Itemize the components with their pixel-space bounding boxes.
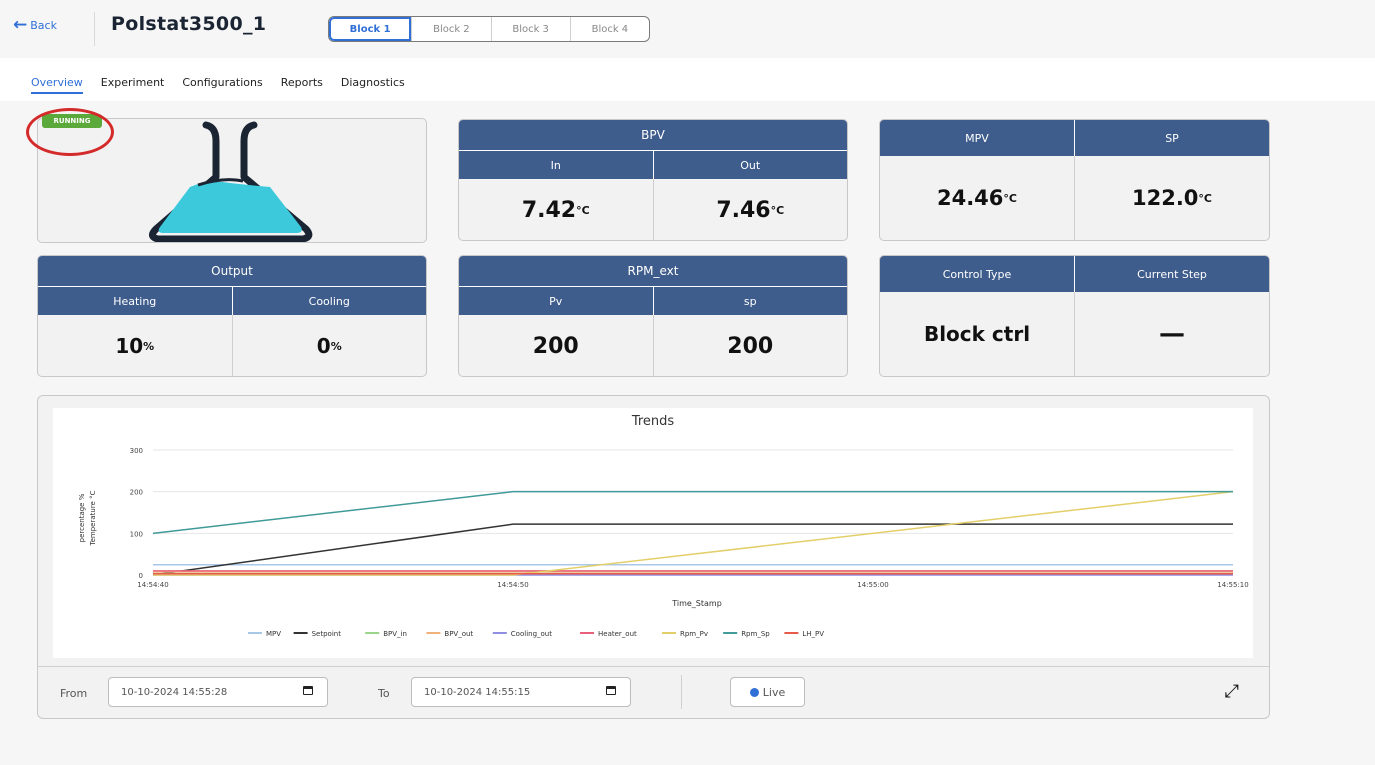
rpm-title: RPM_ext [459, 256, 847, 286]
bpv-out-label: Out [652, 151, 847, 179]
mpv-value: 24.46 °C [936, 186, 1017, 210]
rpm-card: RPM_ext Pv sp 200 200 [458, 255, 848, 377]
legend-label: LH_PV [802, 630, 824, 638]
mpv-label: MPV [880, 120, 1074, 156]
calendar-icon[interactable] [606, 686, 616, 695]
from-date-value: 10-10-2024 14:55:28 [121, 686, 228, 698]
live-label: Live [762, 685, 786, 699]
calendar-icon[interactable] [303, 686, 313, 695]
mpv-sp-card: MPV SP 24.46 °C 122.0 °C [879, 119, 1270, 241]
rpm-pv-label: Pv [459, 287, 653, 315]
x-tick-label: 14:55:10 [1217, 581, 1248, 589]
legend-label: Cooling_out [511, 630, 552, 638]
legend-label: MPV [266, 630, 281, 638]
x-tick-label: 14:54:40 [137, 581, 168, 589]
y-tick-label: 100 [130, 530, 143, 538]
divider [94, 12, 95, 46]
current-step-label: Current Step [1074, 256, 1269, 292]
top-bar: ← Back Polstat3500_1 Block 1 Block 2 Blo… [0, 0, 1375, 58]
sp-label: SP [1074, 120, 1269, 156]
sp-value: 122.0 °C [1074, 156, 1269, 240]
bpv-card: BPV In Out 7.42 °C 7.46 °C [458, 119, 848, 241]
y-tick-label: 0 [139, 572, 143, 580]
live-dot-icon [749, 687, 759, 697]
tab-configurations[interactable]: Configurations [182, 76, 262, 94]
trends-chart-svg: Trends Time_Stamp percentage % Temperatu… [78, 414, 1249, 638]
to-date-value: 10-10-2024 14:55:15 [424, 686, 531, 698]
to-date-input[interactable]: 10-10-2024 14:55:15 [411, 677, 631, 707]
expand-icon[interactable]: ⤢ [1225, 681, 1239, 702]
y-axis-label-1: percentage % [78, 493, 86, 542]
x-tick-label: 14:54:50 [497, 581, 528, 589]
rpm-sp-value: 200 [652, 315, 848, 376]
page-title: Polstat3500_1 [111, 13, 267, 35]
block-tab-2[interactable]: Block 2 [411, 17, 490, 41]
back-label: Back [30, 18, 57, 32]
trends-card: Trends Time_Stamp percentage % Temperatu… [37, 395, 1270, 719]
y-tick-label: 300 [130, 447, 143, 455]
chart-title: Trends [631, 414, 675, 429]
divider [681, 675, 682, 709]
block-tab-1[interactable]: Block 1 [329, 17, 412, 41]
block-selector: Block 1 Block 2 Block 3 Block 4 [328, 16, 650, 42]
trends-chart: Trends Time_Stamp percentage % Temperatu… [53, 408, 1253, 658]
x-axis-label: Time_Stamp [671, 599, 722, 608]
filter-bar: From 10-10-2024 14:55:28 To 10-10-2024 1… [38, 666, 1269, 719]
current-step-value: — [1074, 292, 1269, 376]
tab-diagnostics[interactable]: Diagnostics [341, 76, 405, 94]
bpv-title: BPV [459, 120, 847, 150]
heating-label: Heating [38, 287, 232, 315]
back-button[interactable]: ← Back [13, 15, 57, 35]
x-tick-label: 14:55:00 [857, 581, 888, 589]
series-line-rpm_sp [152, 490, 1233, 535]
legend-label: Setpoint [312, 630, 342, 638]
output-card: Output Heating Cooling 10% 0% [37, 255, 427, 377]
legend-label: BPV_in [383, 630, 407, 638]
rpm-sp-label: sp [652, 287, 847, 315]
bpv-in-label: In [459, 151, 653, 179]
y-axis-label-2: Temperature °C [89, 490, 97, 546]
to-label: To [378, 687, 390, 700]
output-title: Output [38, 256, 426, 286]
legend-label: Rpm_Sp [741, 630, 770, 638]
block-tab-4[interactable]: Block 4 [569, 17, 649, 41]
series-line-setpoint [152, 523, 1233, 576]
block-tab-3[interactable]: Block 3 [490, 17, 570, 41]
cooling-label: Cooling [231, 287, 426, 315]
bpv-out-value: 7.46 °C [652, 179, 848, 240]
control-card: Control Type Current Step Block ctrl — [879, 255, 1270, 377]
from-date-input[interactable]: 10-10-2024 14:55:28 [108, 677, 328, 707]
control-type-label: Control Type [880, 256, 1074, 292]
main-tabs: Overview Experiment Configurations Repor… [31, 76, 405, 94]
legend-label: Rpm_Pv [680, 630, 708, 638]
highlight-circle [26, 108, 114, 156]
tab-overview[interactable]: Overview [31, 76, 83, 94]
live-button[interactable]: Live [730, 677, 805, 707]
tab-reports[interactable]: Reports [281, 76, 323, 94]
arrow-left-icon: ← [13, 15, 28, 35]
bpv-in-value: 7.42 °C [521, 197, 590, 223]
from-label: From [60, 687, 88, 700]
legend-label: Heater_out [598, 630, 637, 638]
tab-experiment[interactable]: Experiment [101, 76, 165, 94]
control-type-value: Block ctrl [923, 322, 1031, 346]
cooling-value: 0% [231, 315, 427, 376]
rpm-pv-value: 200 [532, 333, 579, 359]
heating-value: 10% [115, 334, 155, 358]
legend-label: BPV_out [444, 630, 473, 638]
y-tick-label: 200 [130, 489, 143, 497]
